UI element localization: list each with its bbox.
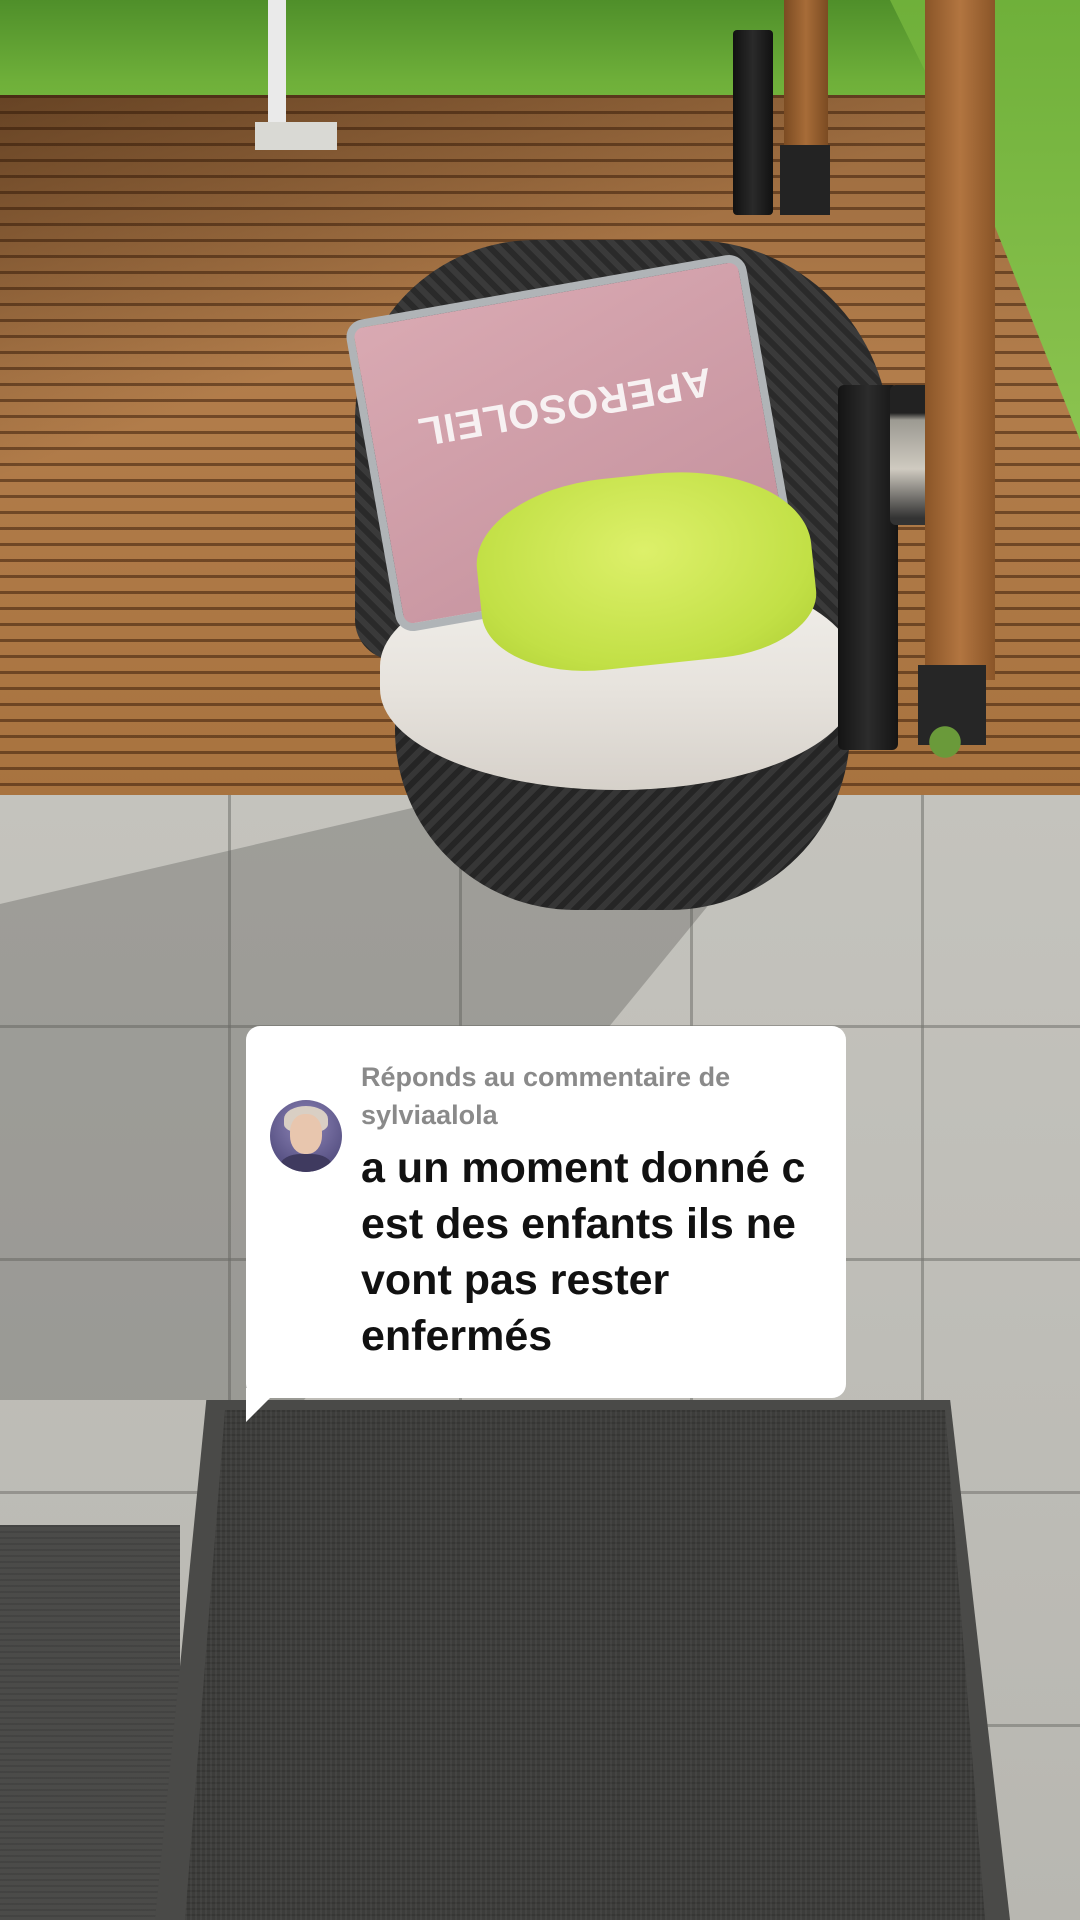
video-background: APEROSOLEIL xyxy=(0,0,1080,1920)
garden-lamp-far xyxy=(733,30,773,215)
post-back-base xyxy=(780,145,830,215)
doormat xyxy=(185,1410,985,1920)
avatar-body xyxy=(280,1154,332,1172)
pillow-print: APEROSOLEIL xyxy=(414,359,715,455)
wooden-post-back xyxy=(784,0,828,150)
umbrella-pole xyxy=(268,0,286,130)
umbrella-base xyxy=(255,122,337,150)
garden-lamp xyxy=(838,385,898,750)
weed xyxy=(915,700,975,770)
side-mat xyxy=(0,1525,180,1920)
wooden-post xyxy=(925,0,995,680)
avatar-face xyxy=(290,1114,322,1154)
avatar[interactable] xyxy=(270,1100,342,1172)
reply-label: Réponds au commentaire de sylviaalola xyxy=(361,1062,731,1130)
comment-text: a un moment donné c est des enfants ils … xyxy=(361,1144,806,1360)
